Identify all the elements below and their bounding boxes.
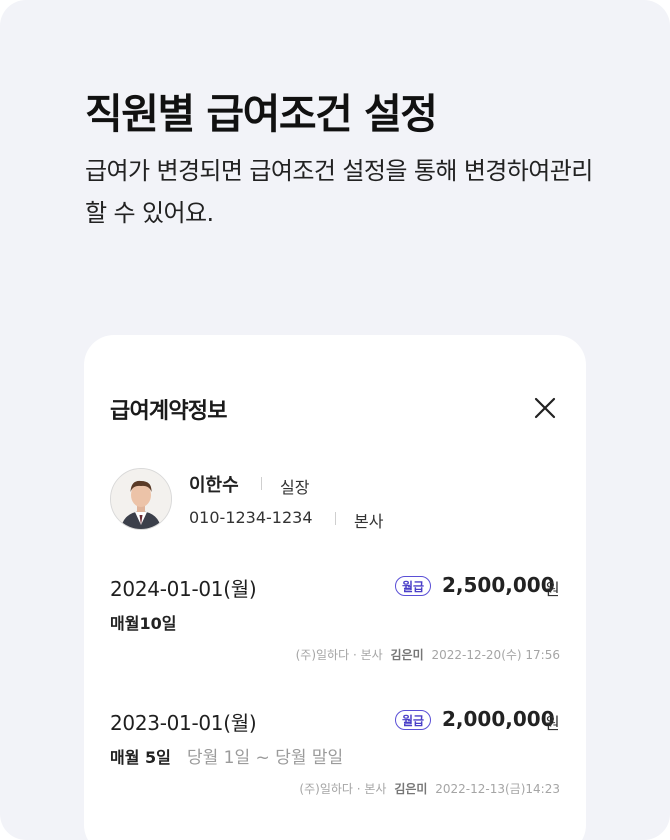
employee-position: 실장 [280,478,310,497]
salary-contract-card: 급여계약정보 이한수 실장 010-1234-1234 본사 2024-01-0… [84,335,586,840]
pay-type-badge: 월급 [395,710,432,730]
pay-period: 당월 1일 ~ 당월 말일 [187,748,344,768]
record-timestamp: 2022-12-13(금)14:23 [435,782,560,796]
record-company: (주)일하다 · 본사 [299,782,387,796]
pay-type-badge: 월급 [395,576,432,596]
employee-name: 이한수 [189,475,239,496]
record-unit: 원 [545,714,560,733]
employee-department: 본사 [354,512,384,531]
record-unit: 원 [545,580,560,599]
record-editor: 김은미 [390,648,424,662]
pay-day: 매월 5일 [110,748,171,767]
employee-phone: 010-1234-1234 [189,508,313,527]
record-date: 2024-01-01(월) [110,577,257,601]
divider [335,512,336,525]
record-amount: 2,000,000 [442,707,555,731]
screen: 직원별 급여조건 설정 급여가 변경되면 급여조건 설정을 통해 변경하여관리할… [0,0,670,840]
page-subtitle: 급여가 변경되면 급여조건 설정을 통해 변경하여관리할 수 있어요. [85,157,593,227]
avatar [110,468,172,530]
pay-day: 매월10일 [110,614,177,633]
divider [261,477,262,490]
page-headline: 직원별 급여조건 설정 [85,90,438,138]
close-icon[interactable] [532,395,558,421]
record-amount: 2,500,000 [442,573,555,597]
record-date: 2023-01-01(월) [110,711,257,735]
record-meta: (주)일하다 · 본사 김은미 2022-12-20(수) 17:56 [296,646,560,663]
record-timestamp: 2022-12-20(수) 17:56 [431,648,560,662]
card-title: 급여계약정보 [110,399,227,424]
record-company: (주)일하다 · 본사 [295,648,383,662]
record-editor: 김은미 [394,782,428,796]
record-meta: (주)일하다 · 본사 김은미 2022-12-13(금)14:23 [299,780,560,797]
